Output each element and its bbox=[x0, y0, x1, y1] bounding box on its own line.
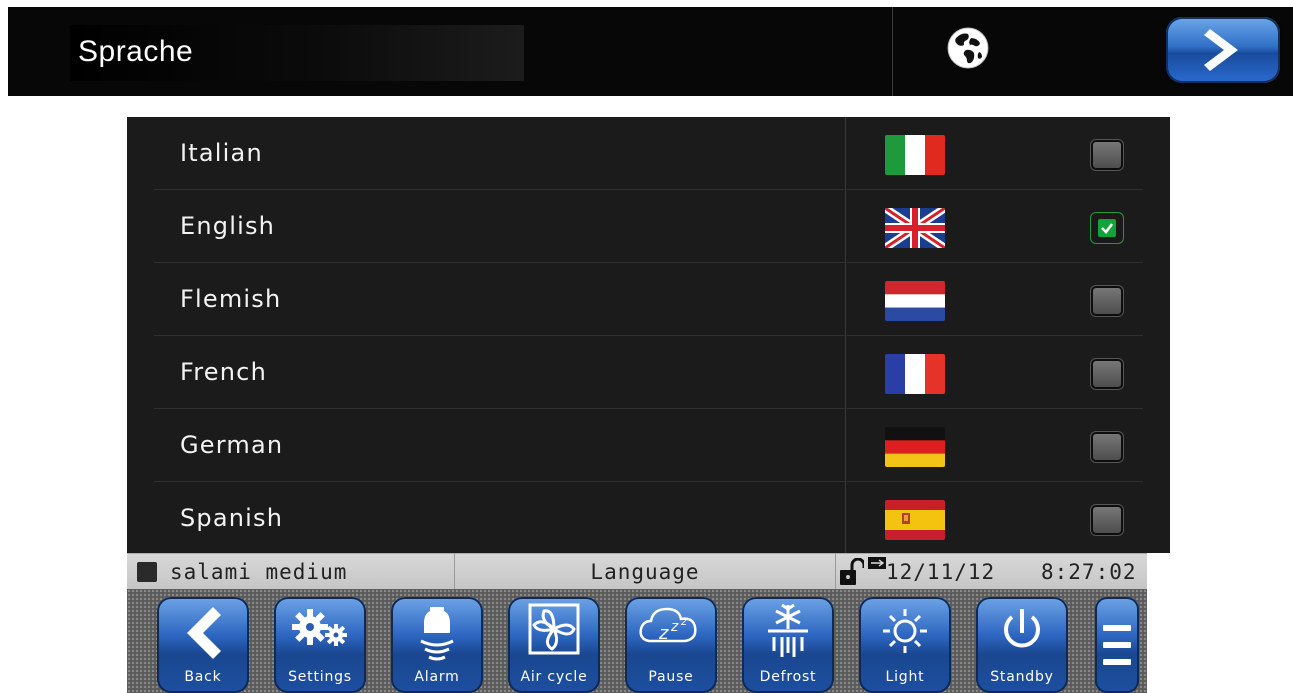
chevron-right-icon bbox=[1204, 29, 1238, 71]
language-checkbox[interactable] bbox=[1091, 505, 1123, 535]
alarm-button[interactable]: Alarm bbox=[391, 597, 483, 693]
page-title: Sprache bbox=[78, 35, 194, 68]
spain-flag-icon bbox=[885, 500, 945, 540]
language-label: German bbox=[180, 431, 284, 459]
language-row-german[interactable]: German bbox=[154, 409, 1143, 482]
checkmark-icon bbox=[1101, 223, 1114, 234]
back-button[interactable]: Back bbox=[157, 597, 249, 693]
back-button-label: Back bbox=[184, 669, 222, 685]
zzz-cloud-icon: z z z bbox=[639, 607, 697, 644]
screen-name: Language bbox=[590, 560, 700, 584]
italy-flag-icon bbox=[885, 135, 945, 175]
title-box: Sprache bbox=[70, 25, 524, 81]
language-row-french[interactable]: French bbox=[154, 336, 1143, 409]
light-button-label: Light bbox=[885, 669, 925, 685]
status-screen-segment: Language bbox=[455, 554, 836, 590]
svg-text:z: z bbox=[658, 623, 669, 644]
product-name: salami medium bbox=[170, 560, 348, 584]
globe-icon bbox=[947, 27, 989, 69]
status-bar: salami medium Language 12/11/12 8:27:02 bbox=[127, 553, 1147, 590]
pause-button-label: Pause bbox=[648, 669, 694, 685]
language-checkbox[interactable] bbox=[1091, 432, 1123, 462]
power-icon bbox=[1004, 609, 1040, 648]
sun-icon bbox=[883, 609, 927, 653]
bell-icon bbox=[420, 607, 454, 661]
language-checkbox[interactable] bbox=[1091, 213, 1123, 243]
light-button[interactable]: Light bbox=[859, 597, 951, 693]
status-datetime-segment: 12/11/12 8:27:02 bbox=[836, 554, 1147, 590]
language-label: Italian bbox=[180, 139, 263, 167]
germany-flag-icon bbox=[885, 427, 945, 467]
alarm-button-label: Alarm bbox=[414, 669, 460, 685]
language-checkbox[interactable] bbox=[1091, 286, 1123, 316]
status-indicator-icon bbox=[137, 562, 157, 582]
netherlands-flag-icon bbox=[885, 281, 945, 321]
language-list: Italian English Flemish French German Sp… bbox=[127, 117, 1170, 553]
settings-button-label: Settings bbox=[288, 669, 352, 685]
header-divider bbox=[892, 7, 893, 96]
language-row-italian[interactable]: Italian bbox=[154, 117, 1143, 190]
snowflake-icon bbox=[768, 603, 808, 657]
standby-button-label: Standby bbox=[990, 669, 1054, 685]
air-cycle-button-label: Air cycle bbox=[520, 669, 588, 685]
language-row-flemish[interactable]: Flemish bbox=[154, 263, 1143, 336]
language-label: English bbox=[180, 212, 276, 240]
pause-button[interactable]: z z z Pause bbox=[625, 597, 717, 693]
language-checkbox[interactable] bbox=[1091, 140, 1123, 170]
date-display: 12/11/12 bbox=[886, 560, 996, 584]
language-label: Spanish bbox=[180, 504, 284, 532]
france-flag-icon bbox=[885, 354, 945, 394]
language-label: French bbox=[180, 358, 267, 386]
uk-flag-icon bbox=[885, 208, 945, 248]
menu-button[interactable] bbox=[1095, 597, 1139, 693]
fan-icon bbox=[528, 603, 580, 655]
gears-icon bbox=[292, 609, 347, 646]
status-product-segment: salami medium bbox=[127, 554, 455, 590]
unlock-icon bbox=[840, 558, 864, 585]
defrost-button-label: Defrost bbox=[759, 669, 817, 685]
svg-text:z: z bbox=[680, 615, 687, 628]
standby-button[interactable]: Standby bbox=[976, 597, 1068, 693]
time-display: 8:27:02 bbox=[1041, 560, 1137, 584]
back-arrow-icon bbox=[187, 607, 221, 659]
language-row-spanish[interactable]: Spanish bbox=[154, 482, 1143, 554]
next-button[interactable] bbox=[1166, 17, 1280, 83]
header-bar: Sprache bbox=[8, 7, 1293, 96]
language-label: Flemish bbox=[180, 285, 282, 313]
defrost-button[interactable]: Defrost bbox=[742, 597, 834, 693]
language-checkbox[interactable] bbox=[1091, 359, 1123, 389]
language-row-english[interactable]: English bbox=[154, 190, 1143, 263]
usb-icon bbox=[868, 557, 886, 569]
air-cycle-button[interactable]: Air cycle bbox=[508, 597, 600, 693]
settings-button[interactable]: Settings bbox=[274, 597, 366, 693]
bottom-toolbar: Back Settings Alarm Air cycle z z z Paus… bbox=[127, 589, 1147, 693]
svg-text:z: z bbox=[670, 619, 679, 635]
